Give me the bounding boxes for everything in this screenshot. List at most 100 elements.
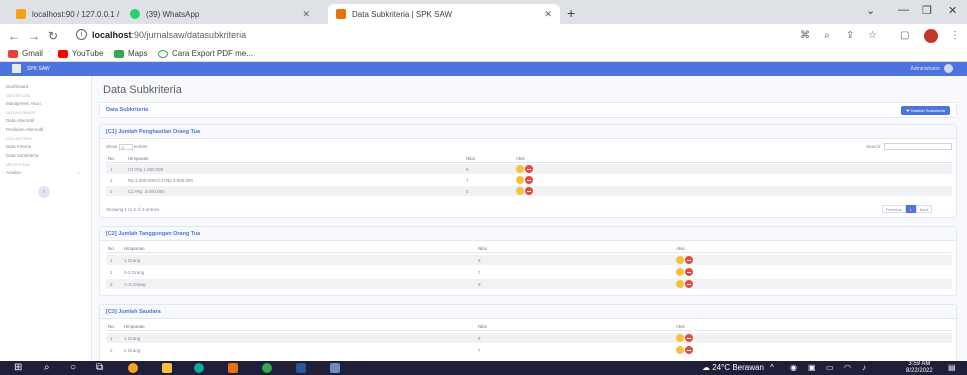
- share-icon[interactable]: ⇪: [846, 30, 854, 41]
- maximize-button[interactable]: ❐: [922, 4, 932, 17]
- sidepanel-icon[interactable]: ▢: [900, 30, 909, 41]
- sidebar-item-alternatif[interactable]: Data Alternatif: [6, 118, 34, 123]
- url-field[interactable]: localhost:90/jurnalsaw/datasubkriteria: [92, 30, 246, 40]
- chevron-down-icon[interactable]: ⌄: [866, 4, 875, 17]
- edge-icon[interactable]: [194, 363, 204, 373]
- column-no[interactable]: No.: [108, 156, 115, 161]
- notification-icon[interactable]: ▤: [948, 363, 956, 372]
- tray-chevron-icon[interactable]: ^: [770, 363, 774, 372]
- table-header: No. Himpunan Nilai Aksi: [106, 321, 952, 331]
- show-entries: Show 5 entries: [106, 144, 148, 150]
- tab-data-subkriteria[interactable]: Data Subkriteria | SPK SAW ✕: [328, 4, 560, 24]
- sidebar-item-analisa[interactable]: Analisa: [6, 170, 21, 175]
- edit-icon[interactable]: [516, 176, 524, 184]
- user-menu[interactable]: Administrator: [911, 64, 953, 73]
- image-viewer-icon[interactable]: [330, 363, 340, 373]
- column-himpunan[interactable]: Himpunan: [128, 156, 149, 161]
- subkriteria-card-c1: [C1] Jumlah Penghasilan Orang Tua Show 5…: [99, 124, 957, 218]
- word-icon[interactable]: [296, 363, 306, 373]
- delete-icon[interactable]: [685, 256, 693, 264]
- edit-icon[interactable]: [676, 256, 684, 264]
- edit-icon[interactable]: [676, 268, 684, 276]
- reload-icon[interactable]: ↻: [48, 29, 58, 43]
- cortana-icon[interactable]: ○: [70, 362, 76, 373]
- delete-icon[interactable]: [685, 334, 693, 342]
- clock[interactable]: 3:59 AM 8/22/2022: [906, 361, 933, 375]
- column-aksi: Aksi: [516, 156, 525, 161]
- table-row: 1 1 Orang 5: [106, 333, 952, 343]
- search-icon[interactable]: ⌕: [44, 362, 50, 373]
- delete-icon[interactable]: [525, 165, 533, 173]
- delete-icon[interactable]: [525, 187, 533, 195]
- minimize-button[interactable]: —: [898, 4, 909, 16]
- sidebar-item-akun[interactable]: Manajemen Akun: [6, 101, 41, 106]
- firefox-icon[interactable]: [128, 363, 138, 373]
- sidebar-heading: Master Data: [6, 94, 31, 98]
- card-title: [C1] Jumlah Penghasilan Orang Tua: [106, 129, 201, 135]
- add-subkriteria-button[interactable]: ✚ Tambah Subkriteria: [901, 106, 950, 115]
- previous-button[interactable]: Previous: [882, 205, 906, 213]
- globe-icon: [158, 49, 168, 58]
- bookmark-gmail[interactable]: Gmail: [8, 49, 43, 58]
- zoom-icon[interactable]: ⌕: [824, 30, 830, 41]
- search-input[interactable]: [884, 143, 952, 150]
- bookmark-youtube[interactable]: YouTube: [58, 49, 103, 58]
- page-1-button[interactable]: 1: [905, 205, 916, 213]
- volume-icon[interactable]: ♪: [862, 363, 866, 372]
- tab-whatsapp[interactable]: (39) WhatsApp ✕: [122, 4, 318, 24]
- maps-icon: [114, 49, 124, 58]
- edit-icon[interactable]: [516, 187, 524, 195]
- close-tab-icon[interactable]: ✕: [302, 9, 310, 20]
- sidebar-item-subkriteria[interactable]: Data Subkriteria: [6, 153, 38, 158]
- tray-app-icon[interactable]: ◉: [790, 363, 797, 372]
- file-explorer-icon[interactable]: [162, 363, 172, 373]
- delete-icon[interactable]: [685, 346, 693, 354]
- bookmark-maps[interactable]: Maps: [114, 49, 148, 58]
- tab-phpmyadmin[interactable]: localhost:90 / 127.0.0.1 / dbsaw /: [8, 4, 120, 24]
- translate-icon[interactable]: ⌘: [800, 30, 810, 41]
- wifi-icon[interactable]: ◠: [844, 363, 851, 372]
- edit-icon[interactable]: [516, 165, 524, 173]
- edit-icon[interactable]: [676, 346, 684, 354]
- delete-icon[interactable]: [685, 268, 693, 276]
- column-nilai[interactable]: Nilai: [466, 156, 475, 161]
- info-icon[interactable]: i: [76, 29, 87, 40]
- profile-avatar[interactable]: [924, 29, 938, 43]
- sidebar-item-kriteria[interactable]: Data Kriteria: [6, 144, 31, 149]
- main-content: Data Subkriteria Data Subkriteria ✚ Tamb…: [93, 76, 967, 364]
- chevron-right-icon: ›: [78, 170, 80, 175]
- app-topbar: SPK SAW Administrator: [0, 62, 967, 76]
- new-tab-button[interactable]: +: [567, 5, 575, 21]
- windows-start-icon[interactable]: ⊞: [14, 362, 22, 373]
- bookmarks-bar: Gmail YouTube Maps Cara Export PDF me...: [0, 48, 967, 62]
- subkriteria-card-c3: [C3] Jumlah Saudara No. Himpunan Nilai A…: [99, 304, 957, 364]
- star-icon[interactable]: ☆: [868, 30, 877, 41]
- xampp-icon[interactable]: [228, 363, 238, 373]
- bookmark-cara-export[interactable]: Cara Export PDF me...: [158, 49, 253, 58]
- header-card: Data Subkriteria ✚ Tambah Subkriteria: [99, 102, 957, 118]
- menu-icon[interactable]: ⋮: [950, 30, 960, 41]
- battery-icon[interactable]: ▭: [826, 363, 834, 372]
- edit-icon[interactable]: [676, 334, 684, 342]
- edit-icon[interactable]: [676, 280, 684, 288]
- forward-arrow-icon[interactable]: →: [28, 29, 40, 43]
- brand[interactable]: SPK SAW: [12, 64, 50, 73]
- next-button[interactable]: Next: [915, 205, 933, 213]
- delete-icon[interactable]: [525, 176, 533, 184]
- back-arrow-icon[interactable]: ←: [8, 29, 20, 43]
- sidebar-heading: Data Alternatif: [6, 111, 37, 115]
- youtube-icon: [58, 49, 68, 58]
- sidebar: Dashboard Master Data Manajemen Akun Dat…: [0, 76, 92, 361]
- task-view-icon[interactable]: ⧉: [96, 362, 103, 373]
- entries-select[interactable]: 5: [118, 144, 133, 150]
- weather-widget[interactable]: ☁ 24°C Berawan: [702, 363, 764, 372]
- delete-icon[interactable]: [685, 280, 693, 288]
- close-tab-icon[interactable]: ✕: [544, 9, 552, 20]
- chrome-icon[interactable]: [262, 363, 272, 373]
- sidebar-item-dashboard[interactable]: Dashboard: [6, 84, 28, 89]
- phpmyadmin-icon: [16, 9, 26, 19]
- sidebar-toggle-button[interactable]: ‹: [38, 186, 50, 198]
- tray-app-icon[interactable]: ▣: [808, 363, 816, 372]
- close-window-button[interactable]: ✕: [948, 4, 957, 17]
- sidebar-item-penilaian[interactable]: Penilaian Alternatif: [6, 127, 43, 132]
